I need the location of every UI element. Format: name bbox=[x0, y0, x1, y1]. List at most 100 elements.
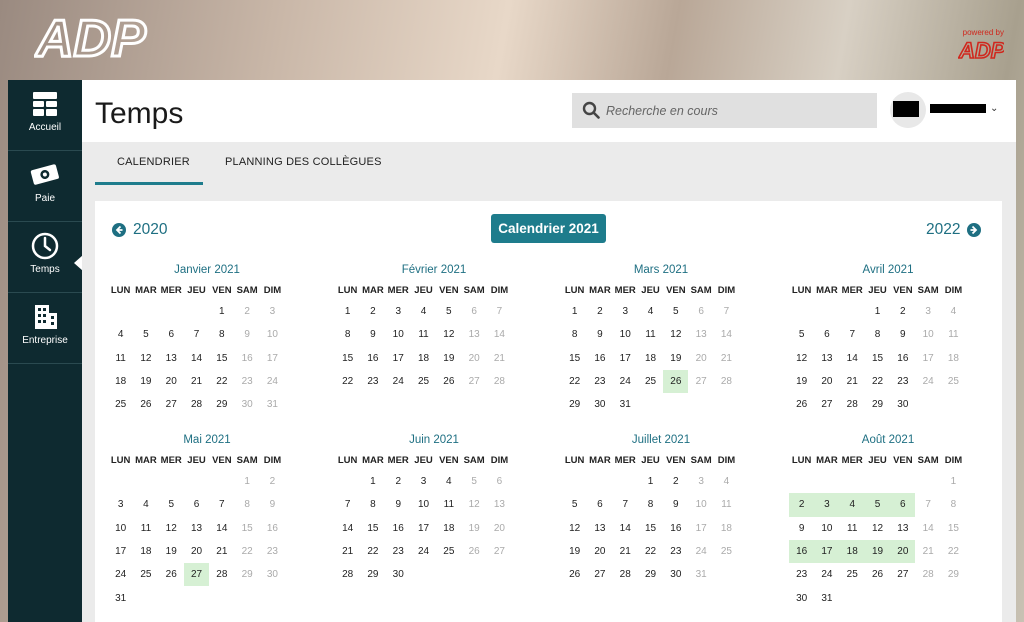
day-cell[interactable]: 21 bbox=[487, 347, 512, 370]
day-cell[interactable]: 10 bbox=[411, 493, 436, 516]
day-cell[interactable]: 14 bbox=[335, 517, 360, 540]
day-cell[interactable]: 4 bbox=[941, 300, 966, 323]
day-cell[interactable]: 12 bbox=[159, 517, 184, 540]
day-cell[interactable]: 9 bbox=[234, 323, 259, 346]
day-cell[interactable]: 12 bbox=[133, 347, 158, 370]
day-cell[interactable]: 18 bbox=[638, 347, 663, 370]
day-cell[interactable]: 5 bbox=[133, 323, 158, 346]
day-cell[interactable]: 12 bbox=[562, 517, 587, 540]
day-cell[interactable]: 18 bbox=[411, 347, 436, 370]
day-cell[interactable]: 29 bbox=[234, 563, 259, 586]
day-cell[interactable]: 12 bbox=[663, 323, 688, 346]
day-cell[interactable]: 9 bbox=[587, 323, 612, 346]
day-cell[interactable]: 11 bbox=[436, 493, 461, 516]
day-cell[interactable]: 11 bbox=[714, 493, 739, 516]
day-cell[interactable]: 27 bbox=[487, 540, 512, 563]
day-cell[interactable]: 1 bbox=[941, 470, 966, 493]
day-cell[interactable]: 15 bbox=[941, 517, 966, 540]
day-cell[interactable]: 29 bbox=[941, 563, 966, 586]
day-cell[interactable]: 6 bbox=[688, 300, 713, 323]
day-cell-highlighted[interactable]: 16 bbox=[789, 539, 815, 564]
day-cell[interactable]: 15 bbox=[865, 347, 890, 370]
day-cell-highlighted[interactable]: 19 bbox=[864, 539, 891, 564]
day-cell[interactable]: 18 bbox=[436, 517, 461, 540]
day-cell[interactable]: 8 bbox=[209, 323, 234, 346]
day-cell[interactable]: 29 bbox=[209, 393, 234, 416]
day-cell[interactable]: 27 bbox=[587, 563, 612, 586]
day-cell[interactable]: 19 bbox=[663, 347, 688, 370]
day-cell[interactable]: 7 bbox=[714, 300, 739, 323]
day-cell[interactable]: 14 bbox=[915, 517, 940, 540]
day-cell[interactable]: 15 bbox=[562, 347, 587, 370]
day-cell[interactable]: 15 bbox=[360, 517, 385, 540]
day-cell[interactable]: 6 bbox=[184, 493, 209, 516]
day-cell[interactable]: 29 bbox=[360, 563, 385, 586]
day-cell[interactable]: 27 bbox=[688, 370, 713, 393]
day-cell[interactable]: 20 bbox=[487, 517, 512, 540]
adp-logo[interactable]: ADP bbox=[34, 8, 152, 65]
day-cell[interactable]: 14 bbox=[840, 347, 865, 370]
day-cell[interactable]: 26 bbox=[159, 563, 184, 586]
day-cell[interactable]: 7 bbox=[915, 493, 940, 516]
sidebar-item-accueil[interactable]: Accueil bbox=[8, 90, 82, 151]
day-cell[interactable]: 14 bbox=[209, 517, 234, 540]
day-cell[interactable]: 26 bbox=[461, 540, 486, 563]
day-cell[interactable]: 18 bbox=[941, 347, 966, 370]
day-cell[interactable]: 19 bbox=[461, 517, 486, 540]
day-cell[interactable]: 4 bbox=[108, 323, 133, 346]
day-cell[interactable]: 22 bbox=[941, 540, 966, 563]
day-cell[interactable]: 27 bbox=[890, 563, 915, 586]
day-cell[interactable]: 10 bbox=[613, 323, 638, 346]
day-cell-highlighted[interactable]: 2 bbox=[789, 493, 815, 517]
day-cell[interactable]: 10 bbox=[688, 493, 713, 516]
day-cell-highlighted[interactable]: 5 bbox=[864, 493, 891, 517]
day-cell[interactable]: 28 bbox=[335, 563, 360, 586]
day-cell[interactable]: 11 bbox=[411, 323, 436, 346]
day-cell[interactable]: 23 bbox=[663, 540, 688, 563]
day-cell[interactable]: 19 bbox=[562, 540, 587, 563]
day-cell[interactable]: 20 bbox=[688, 347, 713, 370]
day-cell[interactable]: 2 bbox=[587, 300, 612, 323]
day-cell[interactable]: 18 bbox=[714, 517, 739, 540]
day-cell[interactable]: 30 bbox=[260, 563, 285, 586]
day-cell[interactable]: 31 bbox=[108, 586, 133, 609]
day-cell[interactable]: 11 bbox=[133, 517, 158, 540]
day-cell[interactable]: 10 bbox=[108, 517, 133, 540]
day-cell[interactable]: 17 bbox=[260, 347, 285, 370]
day-cell[interactable]: 15 bbox=[638, 517, 663, 540]
day-cell[interactable]: 21 bbox=[209, 540, 234, 563]
day-cell[interactable]: 8 bbox=[562, 323, 587, 346]
day-cell[interactable]: 16 bbox=[890, 347, 915, 370]
day-cell[interactable]: 8 bbox=[234, 493, 259, 516]
day-cell[interactable]: 13 bbox=[487, 493, 512, 516]
day-cell[interactable]: 13 bbox=[688, 323, 713, 346]
day-cell[interactable]: 1 bbox=[360, 470, 385, 493]
day-cell-highlighted[interactable]: 4 bbox=[839, 493, 865, 517]
day-cell[interactable]: 16 bbox=[663, 517, 688, 540]
day-cell[interactable]: 10 bbox=[915, 323, 940, 346]
day-cell[interactable]: 17 bbox=[613, 347, 638, 370]
day-cell[interactable]: 1 bbox=[562, 300, 587, 323]
day-cell[interactable]: 12 bbox=[789, 347, 814, 370]
day-cell[interactable]: 25 bbox=[638, 370, 663, 393]
sidebar-item-temps[interactable]: Temps bbox=[8, 232, 83, 293]
day-cell[interactable]: 23 bbox=[260, 540, 285, 563]
day-cell[interactable]: 5 bbox=[789, 323, 814, 346]
day-cell[interactable]: 16 bbox=[360, 347, 385, 370]
day-cell[interactable]: 6 bbox=[814, 323, 839, 346]
day-cell[interactable]: 8 bbox=[638, 493, 663, 516]
day-cell[interactable]: 1 bbox=[335, 300, 360, 323]
search-icon[interactable] bbox=[582, 101, 600, 119]
current-year-button[interactable]: Calendrier 2021 bbox=[491, 214, 606, 243]
day-cell[interactable]: 28 bbox=[840, 393, 865, 416]
day-cell[interactable]: 28 bbox=[613, 563, 638, 586]
day-cell-highlighted[interactable]: 20 bbox=[890, 539, 916, 564]
day-cell[interactable]: 5 bbox=[663, 300, 688, 323]
day-cell[interactable]: 30 bbox=[663, 563, 688, 586]
day-cell[interactable]: 17 bbox=[386, 347, 411, 370]
user-name-redacted[interactable] bbox=[930, 104, 986, 113]
sidebar-item-paie[interactable]: Paie bbox=[8, 161, 82, 222]
sidebar-item-entreprise[interactable]: Entreprise bbox=[8, 303, 82, 364]
day-cell[interactable]: 19 bbox=[789, 370, 814, 393]
day-cell[interactable]: 14 bbox=[487, 323, 512, 346]
